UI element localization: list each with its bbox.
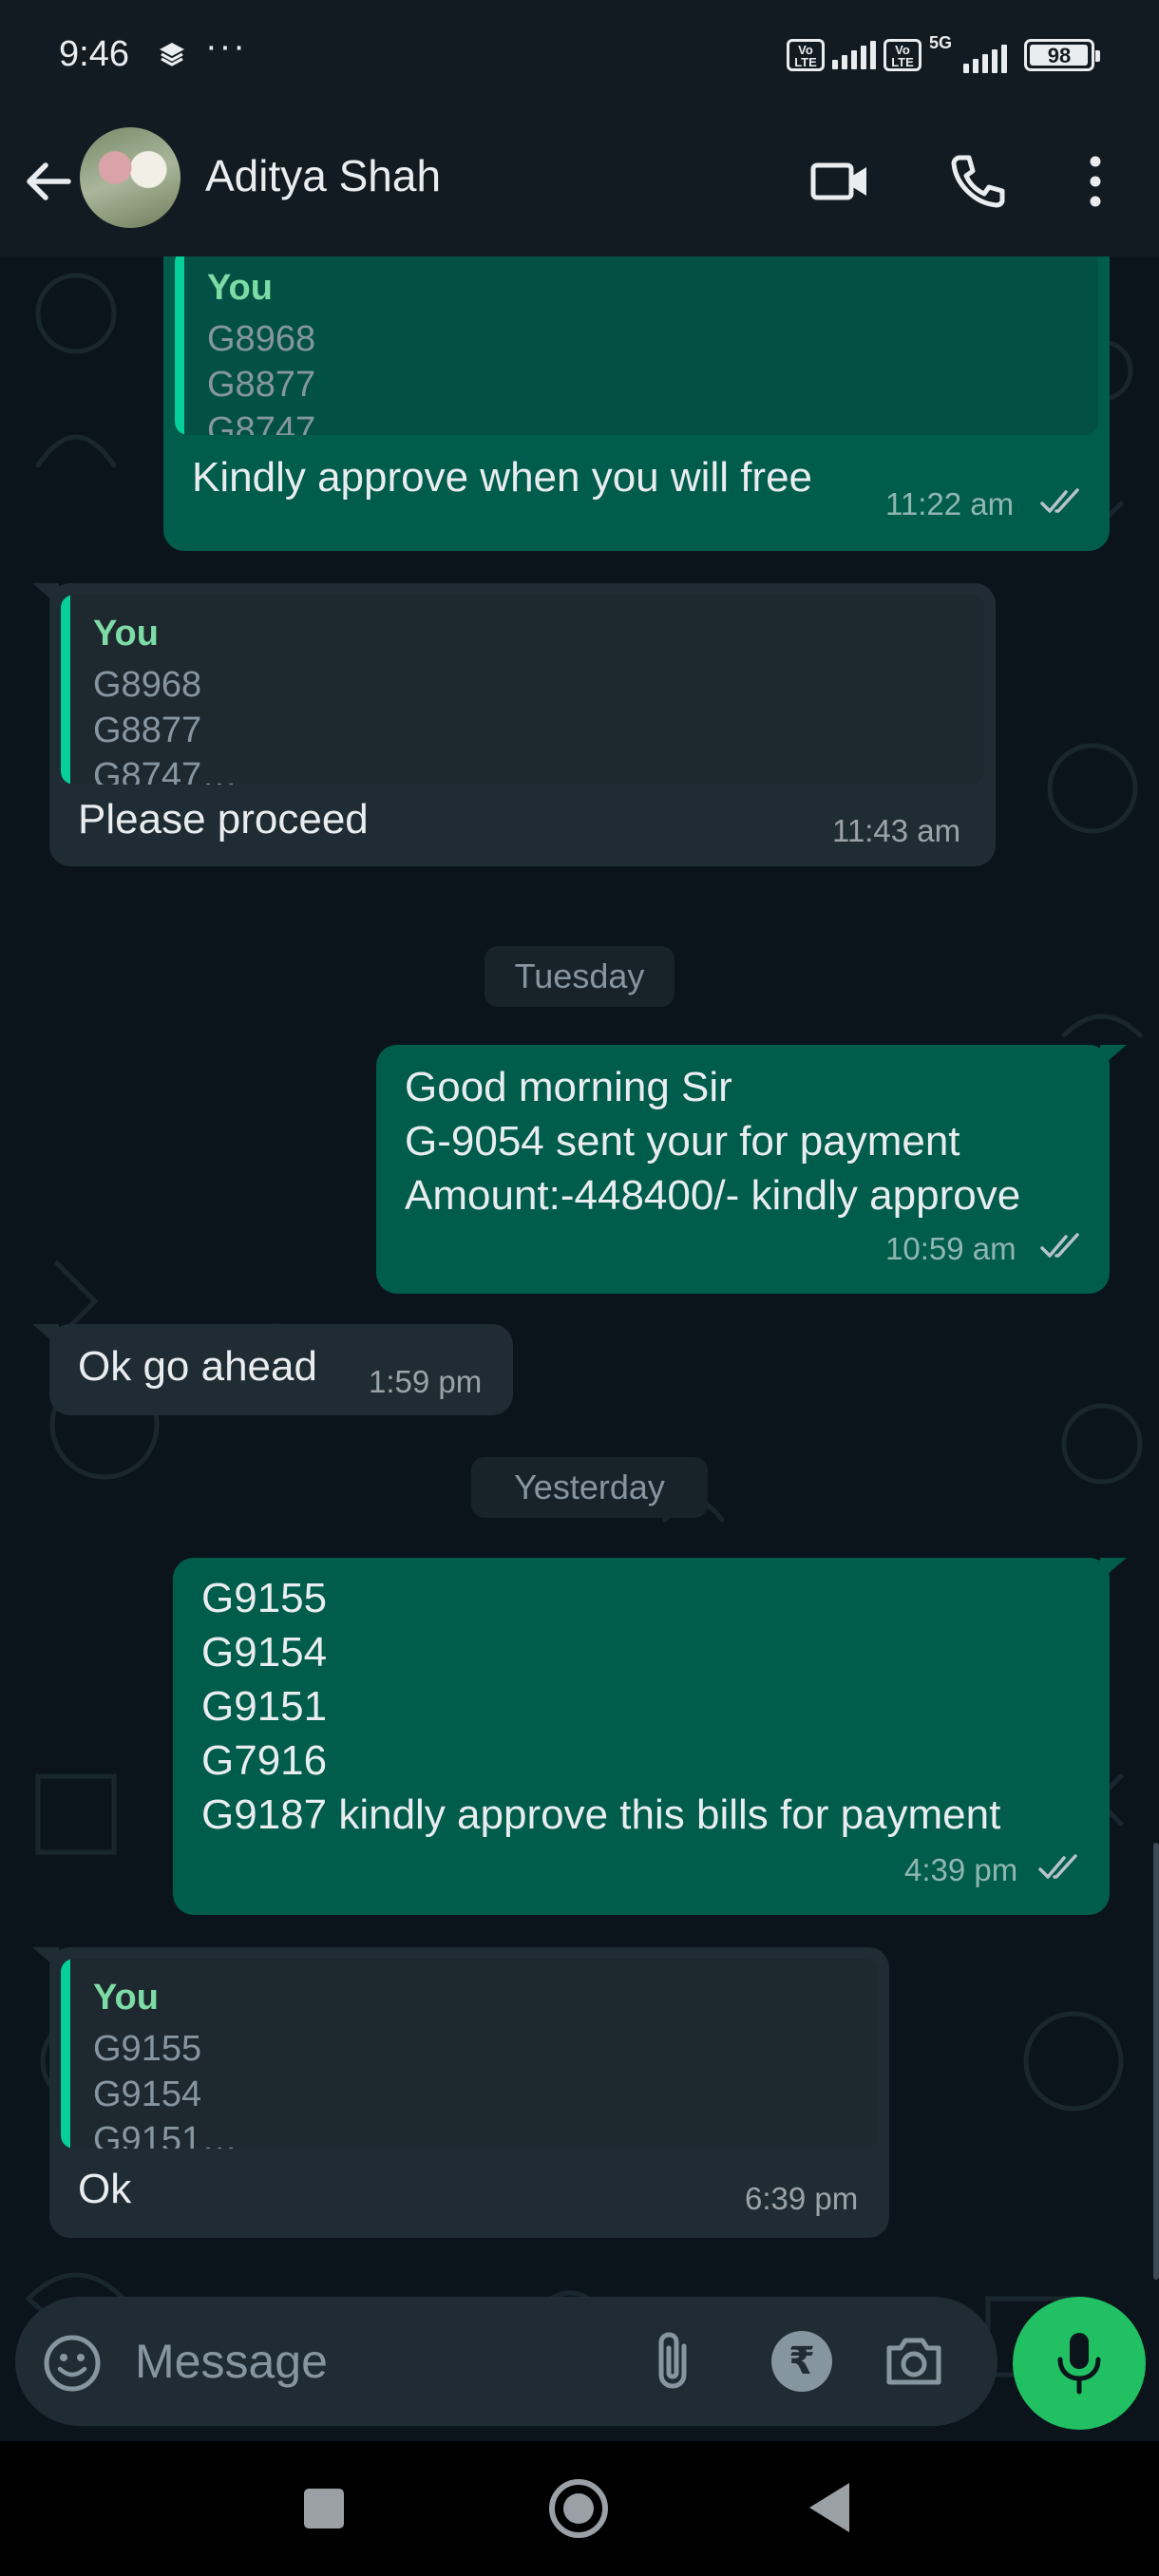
quoted-message[interactable]: You G8968 G8877 G8747… [61,595,984,785]
home-button[interactable] [549,2479,608,2538]
date-chip: Tuesday [484,946,674,1007]
date-chip: Yesterday [471,1457,708,1518]
read-receipt-icon [1040,488,1079,513]
quote-author: You [93,614,159,653]
status-indicators: Vo LTE Vo LTE 5G 98 [787,33,1100,74]
message-incoming[interactable]: Ok go ahead 1:59 pm [32,1324,513,1415]
status-bar: 9:46 ··· Vo LTE Vo LTE 5G 98 [0,0,1159,114]
message-outgoing[interactable]: G9155 G9154 G9151 G7916 G9187 kindly app… [173,1558,1127,1915]
video-call-icon[interactable] [808,148,874,215]
contact-name[interactable]: Aditya Shah [205,150,441,201]
composer: ₹ [15,2297,998,2426]
message-time: 11:22 am [885,486,1015,521]
message-incoming[interactable]: You G9155 G9154 G9151… Ok 6:39 pm [32,1947,889,2238]
scrollbar[interactable] [1153,1843,1159,2280]
message-time: 1:59 pm [369,1364,483,1399]
message-time: 6:39 pm [745,2181,859,2216]
attach-icon[interactable] [642,2327,711,2396]
quote-line: G8968 [207,319,316,359]
voice-record-button[interactable] [1013,2297,1146,2430]
quote-line: G8747… [207,410,352,435]
message-input[interactable] [135,2325,629,2397]
quote-line: G9151… [93,2120,238,2149]
back-arrow-icon[interactable] [19,152,78,211]
payment-rupee-icon[interactable]: ₹ [771,2331,832,2392]
message-text: Ok [78,2166,132,2212]
network-type: 5G [929,33,953,52]
emoji-icon[interactable] [42,2333,103,2394]
quote-line: G8747… [93,756,238,785]
message-text: Ok go ahead [78,1343,317,1390]
recents-button[interactable] [304,2489,344,2529]
quote-line: G8877 [93,710,202,750]
message-time: 10:59 am [885,1231,1016,1266]
battery-level: 98 [1047,44,1072,67]
status-time: 9:46 [59,34,129,74]
camera-icon[interactable] [880,2327,948,2396]
battery-icon: 98 [1024,39,1100,71]
more-vert-icon[interactable] [1062,148,1129,215]
quote-line: G9155 [93,2029,202,2069]
message-outgoing[interactable]: You G8968 G8877 G8747… Kindly approve wh… [163,256,1110,551]
quote-line: G8877 [207,365,316,405]
quote-author: You [207,268,273,308]
message-text: Kindly approve when you will free [192,454,813,501]
message-time: 4:39 pm [904,1852,1018,1887]
quote-line: G9154 [93,2074,202,2114]
quote-line: G8968 [93,665,202,705]
message-incoming[interactable]: You G8968 G8877 G8747… Please proceed 11… [32,583,996,866]
quoted-message[interactable]: You G9155 G9154 G9151… [61,1959,878,2149]
quote-author: You [93,1978,159,2017]
microphone-icon [1057,2333,1101,2395]
layers-icon [160,43,184,66]
message-text: Please proceed [78,796,369,843]
message-time: 11:43 am [832,813,961,848]
system-back-button[interactable] [809,2483,849,2532]
chat-area[interactable]: You G8968 G8877 G8747… Kindly approve wh… [0,256,1159,2441]
message-outgoing[interactable]: Good morning Sir G-9054 sent your for pa… [376,1045,1127,1294]
system-nav-bar [0,2441,1159,2576]
volte-icon-2: Vo LTE [884,39,922,71]
read-receipt-icon [1040,1233,1079,1258]
quoted-message[interactable]: You G8968 G8877 G8747… [175,256,1098,435]
signal-icon [832,41,876,69]
avatar[interactable] [80,127,180,228]
phone-icon[interactable] [944,148,1011,215]
status-overflow: ··· [205,27,247,66]
volte-icon: Vo LTE [787,39,825,71]
message-text: G9155 G9154 G9151 G7916 G9187 kindly app… [201,1575,1001,1838]
chat-header: Aditya Shah [0,114,1159,256]
message-text: Good morning Sir G-9054 sent your for pa… [405,1064,1021,1219]
5g-signal-icon: 5G [929,33,1007,73]
read-receipt-icon [1038,1854,1077,1879]
